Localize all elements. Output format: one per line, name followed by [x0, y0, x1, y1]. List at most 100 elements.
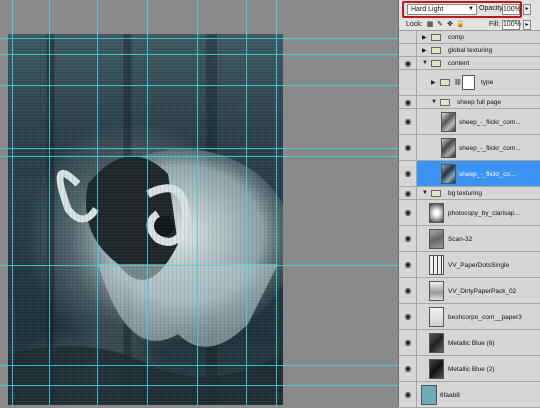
opacity-slider-toggle[interactable]: ▸: [523, 4, 531, 15]
visibility-toggle[interactable]: ◉: [399, 356, 417, 381]
layer-name: beshcorpo_com__paper3: [448, 314, 522, 321]
collapse-triangle-icon[interactable]: ▼: [422, 60, 428, 66]
visibility-toggle[interactable]: [399, 44, 417, 56]
layer-name: photocopy_by_clarisap...: [448, 210, 520, 217]
fill-color-thumbnail[interactable]: [421, 385, 437, 405]
visibility-toggle[interactable]: [399, 70, 417, 95]
eye-icon: ◉: [404, 286, 412, 295]
eye-icon: ◉: [404, 143, 412, 152]
layer-row[interactable]: ◉ ▼ bg texturing: [399, 187, 540, 200]
layer-name: Scan-32: [448, 236, 473, 243]
layer-name: sheep full page: [457, 99, 502, 106]
guide-vertical[interactable]: [246, 0, 247, 405]
guide-horizontal[interactable]: [0, 265, 398, 266]
layer-row[interactable]: ▶ comp: [399, 31, 540, 44]
visibility-toggle[interactable]: ◉: [399, 187, 417, 199]
layer-thumbnail[interactable]: [429, 333, 444, 353]
layer-thumbnail[interactable]: [429, 281, 444, 301]
guide-horizontal[interactable]: [0, 148, 398, 149]
eye-icon: ◉: [404, 208, 412, 217]
layer-row[interactable]: ◉ beshcorpo_com__paper3: [399, 304, 540, 330]
guide-horizontal[interactable]: [0, 385, 398, 386]
guide-horizontal[interactable]: [0, 156, 398, 157]
guide-horizontal[interactable]: [0, 85, 398, 86]
visibility-toggle[interactable]: [399, 31, 417, 43]
eye-icon: ◉: [404, 234, 412, 243]
layer-row[interactable]: ◉ ▼ sheep full page: [399, 96, 540, 109]
eye-icon: ◉: [404, 390, 412, 399]
expand-triangle-icon[interactable]: ▶: [422, 47, 427, 54]
collapse-triangle-icon[interactable]: ▼: [431, 99, 437, 105]
layer-name: content: [448, 60, 470, 67]
layer-thumbnail[interactable]: [429, 203, 444, 223]
expand-triangle-icon[interactable]: ▶: [422, 34, 427, 41]
layer-row[interactable]: ▶ global texturing: [399, 44, 540, 57]
layer-row[interactable]: ◉ VV_PaperDotsSingle: [399, 252, 540, 278]
visibility-toggle[interactable]: ◉: [399, 278, 417, 303]
layer-thumbnail[interactable]: [441, 138, 456, 158]
eye-icon: ◉: [404, 312, 412, 321]
collapse-triangle-icon[interactable]: ▼: [422, 190, 428, 196]
visibility-toggle[interactable]: ◉: [399, 109, 417, 134]
layer-name: Metallic Blue (2): [448, 366, 495, 373]
fill-slider-toggle[interactable]: ▸: [523, 20, 531, 30]
layer-row[interactable]: ◉ 6faab8: [399, 382, 540, 408]
layer-row[interactable]: ▶ ⛓ type: [399, 70, 540, 96]
eye-icon: ◉: [404, 117, 412, 126]
guide-horizontal[interactable]: [0, 38, 398, 39]
visibility-toggle[interactable]: ◉: [399, 330, 417, 355]
layer-thumbnail[interactable]: [441, 112, 456, 132]
layer-row[interactable]: ◉ sheep_-_flickr_com...: [399, 135, 540, 161]
layer-row[interactable]: ◉ Metallic Blue (6): [399, 330, 540, 356]
eye-icon: ◉: [404, 260, 412, 269]
lock-all-icon[interactable]: 🔒: [456, 21, 465, 29]
visibility-toggle[interactable]: ◉: [399, 135, 417, 160]
lock-label: Lock:: [406, 21, 423, 28]
folder-icon: [431, 34, 441, 41]
layer-name: sheep_-_flickr_co...: [459, 171, 516, 178]
layer-row[interactable]: ◉ Scan-32: [399, 226, 540, 252]
guide-vertical[interactable]: [147, 0, 148, 405]
fill-label: Fill:: [489, 21, 500, 28]
visibility-toggle[interactable]: ◉: [399, 226, 417, 251]
visibility-toggle[interactable]: ◉: [399, 57, 417, 69]
layer-thumbnail[interactable]: [429, 229, 444, 249]
opacity-input[interactable]: 100%: [502, 4, 521, 15]
layer-row[interactable]: ◉ VV_DirtyPaperPack_02: [399, 278, 540, 304]
guide-horizontal[interactable]: [0, 54, 398, 55]
guide-vertical[interactable]: [12, 0, 13, 405]
expand-triangle-icon[interactable]: ▶: [431, 79, 436, 86]
guide-vertical[interactable]: [97, 0, 98, 405]
guide-horizontal[interactable]: [0, 365, 398, 366]
eye-icon: ◉: [404, 338, 412, 347]
blend-mode-select[interactable]: Hard Light ▼: [407, 4, 477, 15]
layer-row[interactable]: ◉ photocopy_by_clarisap...: [399, 200, 540, 226]
lock-transparent-pixels-icon[interactable]: ▦: [426, 21, 434, 29]
visibility-toggle[interactable]: ◉: [399, 200, 417, 225]
visibility-toggle[interactable]: ◉: [399, 304, 417, 329]
layer-row[interactable]: ◉ Metallic Blue (2): [399, 356, 540, 382]
lock-position-icon[interactable]: ✥: [446, 21, 454, 29]
document-canvas[interactable]: [0, 0, 398, 405]
visibility-toggle[interactable]: ◉: [399, 252, 417, 277]
lock-image-pixels-icon[interactable]: ✎: [436, 21, 444, 29]
layer-thumbnail[interactable]: [441, 164, 456, 184]
guide-vertical[interactable]: [49, 0, 50, 405]
guide-vertical[interactable]: [197, 0, 198, 405]
layer-thumbnail[interactable]: [429, 359, 444, 379]
blend-mode-bar: Hard Light ▼ Opacity: 100% ▸: [399, 0, 540, 20]
guide-vertical[interactable]: [276, 0, 277, 405]
fill-input[interactable]: 100%: [502, 20, 521, 30]
layer-thumbnail[interactable]: [429, 307, 444, 327]
layer-row[interactable]: ◉ sheep_-_flickr_com...: [399, 109, 540, 135]
blend-mode-value: Hard Light: [411, 6, 444, 13]
visibility-toggle[interactable]: ◉: [399, 382, 417, 407]
layer-row-selected[interactable]: ◉ sheep_-_flickr_co...: [399, 161, 540, 187]
layer-mask-thumbnail[interactable]: [462, 75, 475, 90]
layer-row[interactable]: ◉ ▼ content: [399, 57, 540, 70]
layer-thumbnail[interactable]: [429, 255, 444, 275]
visibility-toggle[interactable]: ◉: [399, 161, 417, 186]
folder-icon: [440, 99, 450, 106]
visibility-toggle[interactable]: ◉: [399, 96, 417, 108]
layer-name: sheep_-_flickr_com...: [459, 145, 521, 152]
